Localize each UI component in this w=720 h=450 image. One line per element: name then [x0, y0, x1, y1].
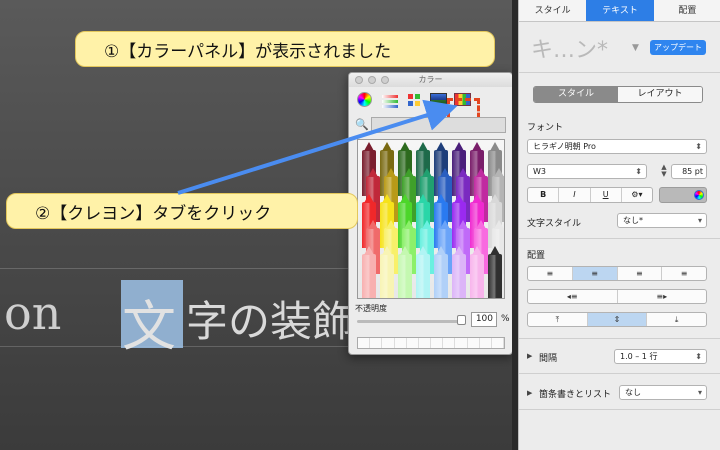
slide-text-rest: 字の装飾	[186, 297, 355, 346]
increase-indent-button[interactable]: ≡▸	[618, 290, 707, 303]
align-top-button[interactable]: ⤒	[528, 313, 588, 326]
font-weight-popup[interactable]: W3 ⬍	[527, 164, 647, 179]
crayon[interactable]	[488, 246, 502, 298]
char-style-value: なし*	[623, 216, 643, 225]
crayon[interactable]	[434, 246, 448, 298]
opacity-field[interactable]: 100	[471, 312, 497, 327]
paragraph-style-name[interactable]: キ…ン*	[531, 32, 608, 64]
align-middle-button[interactable]: ⇕	[587, 313, 648, 326]
spacing-label[interactable]: 間隔	[539, 351, 557, 364]
align-center-button[interactable]: ≡	[572, 267, 618, 280]
font-weight-value: W3	[533, 167, 546, 176]
divider	[519, 72, 720, 73]
crayon[interactable]	[470, 246, 484, 298]
crayon[interactable]	[362, 246, 376, 298]
chevron-down-icon[interactable]: ▼	[632, 43, 639, 53]
opacity-label: 不透明度	[355, 304, 387, 313]
divider	[519, 238, 720, 239]
tab-arrange[interactable]: 配置	[654, 0, 720, 21]
spacing-popup[interactable]: 1.0 – 1 行 ⬍	[614, 349, 707, 364]
stepper-icon: ⬍	[695, 142, 702, 151]
stepper-icon: ⬍	[635, 167, 642, 176]
divider	[519, 409, 720, 410]
font-size-field[interactable]: 85 pt	[671, 164, 707, 179]
font-family-popup[interactable]: ヒラギノ明朝 Pro ⬍	[527, 139, 707, 154]
slide-text-latin: on	[4, 286, 62, 340]
divider	[519, 373, 720, 374]
horizontal-align-buttons: ≡ ≡ ≡ ≡	[527, 266, 707, 281]
bullets-lists-label[interactable]: 箇条書きとリスト	[539, 387, 611, 400]
disclosure-triangle-icon[interactable]: ▶	[527, 389, 532, 397]
color-panel: カラー 🔍 不透明度 100 %	[348, 72, 513, 355]
tab-color-sliders[interactable]	[380, 91, 400, 109]
text-format-buttons: B I U ⚙▾	[527, 187, 653, 203]
align-bottom-button[interactable]: ⤓	[647, 313, 706, 326]
vertical-align-buttons: ⤒ ⇕ ⤓	[527, 312, 707, 327]
disclosure-triangle-icon[interactable]: ▶	[527, 352, 532, 360]
tab-color-palettes[interactable]	[405, 91, 425, 109]
chevron-down-icon: ▾	[697, 216, 702, 225]
color-panel-title: カラー	[418, 75, 443, 84]
char-style-popup[interactable]: なし* ▾	[617, 213, 707, 228]
sliders-icon	[382, 100, 398, 103]
list-style-popup[interactable]: なし ▾	[619, 385, 707, 400]
crayon[interactable]	[452, 246, 466, 298]
font-label: フォント	[527, 123, 564, 133]
style-layout-segment: スタイル レイアウト	[533, 86, 703, 103]
tab-color-wheel[interactable]	[355, 91, 375, 109]
stepper-icon: ⬍	[695, 352, 702, 361]
decrease-indent-button[interactable]: ◂≡	[528, 290, 618, 303]
sliders-icon	[382, 95, 398, 98]
segment-layout[interactable]: レイアウト	[618, 87, 702, 102]
color-search: 🔍	[355, 117, 506, 133]
color-wheel-icon	[357, 92, 372, 107]
palette-icon	[415, 94, 420, 99]
segment-style[interactable]: スタイル	[534, 87, 618, 102]
opacity-slider-thumb[interactable]	[457, 315, 466, 325]
inspector-tabs: スタイル テキスト 配置	[519, 0, 720, 22]
color-panel-tabs	[349, 87, 512, 126]
align-left-button[interactable]: ≡	[528, 267, 573, 280]
palette-icon	[415, 101, 420, 106]
alignment-label: 配置	[527, 251, 546, 261]
underline-button[interactable]: U	[591, 188, 622, 202]
swatch-well[interactable]	[357, 337, 505, 349]
palette-icon	[408, 94, 413, 99]
text-color-well[interactable]	[659, 187, 707, 203]
chevron-down-icon: ▾	[697, 388, 702, 397]
search-icon: 🔍	[355, 118, 369, 131]
tab-image-palettes[interactable]	[429, 91, 449, 109]
opacity-unit: %	[501, 314, 510, 324]
crayon[interactable]	[416, 246, 430, 298]
image-palette-icon	[430, 93, 447, 106]
color-search-input[interactable]	[371, 117, 506, 133]
tab-style[interactable]: スタイル	[519, 0, 586, 21]
font-family-value: ヒラギノ明朝 Pro	[533, 142, 596, 151]
divider	[519, 338, 720, 339]
spacing-value: 1.0 – 1 行	[620, 352, 658, 361]
list-style-value: なし	[625, 388, 641, 397]
text-options-button[interactable]: ⚙▾	[622, 188, 652, 202]
font-size-stepper[interactable]: ▲ ▼	[659, 164, 669, 179]
italic-button[interactable]: I	[559, 188, 591, 202]
opacity-slider[interactable]	[357, 320, 463, 323]
crayon-picker[interactable]	[357, 139, 505, 299]
char-style-label: 文字スタイル	[527, 219, 582, 229]
crayon[interactable]	[380, 246, 394, 298]
bold-button[interactable]: B	[528, 188, 560, 202]
selected-character[interactable]: 文	[122, 282, 176, 361]
format-inspector: スタイル テキスト 配置 キ…ン* ▼ アップデート スタイル レイアウト フォ…	[518, 0, 720, 450]
callout-step-1: ①【カラーパネル】が表示されました	[75, 31, 495, 67]
color-wheel-icon[interactable]	[694, 190, 704, 200]
update-style-button[interactable]: アップデート	[650, 40, 706, 55]
align-right-button[interactable]: ≡	[618, 267, 663, 280]
align-justify-button[interactable]: ≡	[662, 267, 706, 280]
indent-buttons: ◂≡ ≡▸	[527, 289, 707, 304]
crayon[interactable]	[398, 246, 412, 298]
tab-text[interactable]: テキスト	[586, 0, 654, 21]
palette-icon	[408, 101, 413, 106]
callout-step-2: ②【クレヨン】タブをクリック	[6, 193, 358, 229]
sliders-icon	[382, 105, 398, 108]
color-panel-titlebar[interactable]: カラー	[349, 73, 512, 87]
